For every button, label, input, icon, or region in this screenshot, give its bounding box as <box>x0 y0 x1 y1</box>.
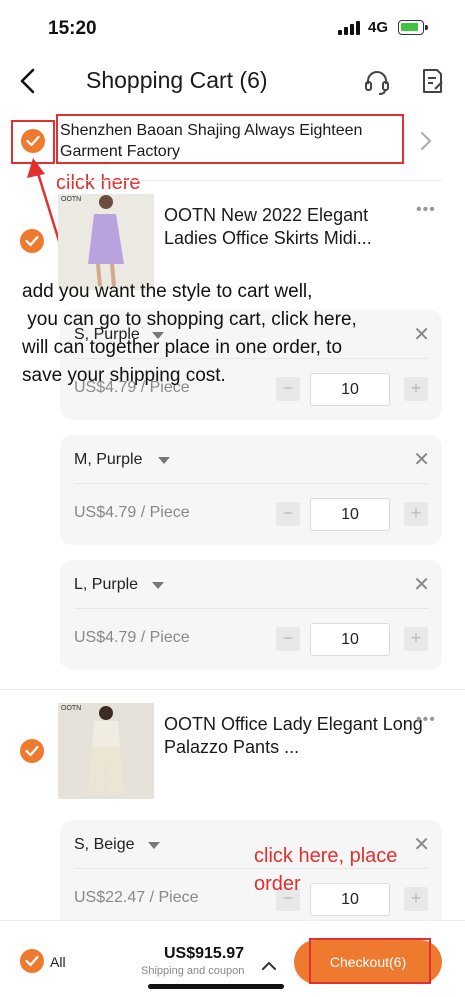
product-image[interactable]: OOTN <box>58 703 154 799</box>
annotation-store-hint: cilck here <box>56 172 141 194</box>
brand-tag: OOTN <box>61 196 82 203</box>
sku-price: US$22.47 / Piece <box>74 889 199 906</box>
ellipsis-icon[interactable]: ••• <box>416 711 436 729</box>
qty-input[interactable]: 10 <box>310 498 390 531</box>
qty-plus-button[interactable]: + <box>404 627 428 651</box>
annotation-line: click here, place <box>254 845 398 867</box>
ellipsis-icon[interactable]: ••• <box>416 201 436 219</box>
close-icon[interactable]: ✕ <box>413 835 430 855</box>
store-divider <box>60 180 442 181</box>
close-icon[interactable]: ✕ <box>413 450 430 470</box>
caret-down-icon[interactable] <box>148 842 160 849</box>
sku-variant[interactable]: M, Purple <box>74 451 142 469</box>
sku-card: L, Purple ✕ US$4.79 / Piece − 10 + <box>60 560 442 670</box>
annotation-line: save your shipping cost. <box>22 365 226 386</box>
annotation-line: will can together place in one order, to <box>22 337 343 358</box>
annotation-line: order <box>254 873 301 895</box>
select-all-label[interactable]: All <box>50 954 66 970</box>
qty-plus-button[interactable]: + <box>404 502 428 526</box>
product-title[interactable]: OOTN Office Lady Elegant Long Palazzo Pa… <box>164 713 424 759</box>
annotation-line: you can go to shopping cart, click here, <box>22 309 357 330</box>
qty-minus-button[interactable]: − <box>276 627 300 651</box>
sku-divider <box>74 608 428 609</box>
brand-tag: OOTN <box>61 705 82 712</box>
home-indicator <box>148 984 284 989</box>
sku-price: US$4.79 / Piece <box>74 504 190 521</box>
product-check-icon[interactable] <box>20 229 44 253</box>
product-title[interactable]: OOTN New 2022 Elegant Ladies Office Skir… <box>164 204 424 250</box>
chevron-up-icon[interactable] <box>262 957 276 975</box>
sku-variant[interactable]: S, Beige <box>74 836 134 854</box>
sku-variant[interactable]: L, Purple <box>74 576 138 594</box>
product-divider <box>0 689 465 690</box>
product-image[interactable]: OOTN <box>58 194 154 290</box>
sku-price: US$4.79 / Piece <box>74 629 190 646</box>
qty-plus-button[interactable]: + <box>404 887 428 911</box>
qty-minus-button[interactable]: − <box>276 502 300 526</box>
shipping-note: Shipping and coupon <box>141 965 245 977</box>
caret-down-icon[interactable] <box>158 457 170 464</box>
close-icon[interactable]: ✕ <box>413 575 430 595</box>
annotation-line: add you want the style to cart well, <box>22 281 313 302</box>
checkout-highlight <box>309 938 431 984</box>
cart-total: US$915.97 <box>164 945 245 962</box>
qty-input[interactable]: 10 <box>310 623 390 656</box>
select-all-check-icon[interactable] <box>20 949 44 973</box>
annotation-instructions: add you want the style to cart well, you… <box>22 278 452 390</box>
product-check-icon[interactable] <box>20 739 44 763</box>
sku-card: M, Purple ✕ US$4.79 / Piece − 10 + <box>60 435 442 545</box>
caret-down-icon[interactable] <box>152 582 164 589</box>
annotation-checkout-hint: click here, place order <box>254 842 397 898</box>
sku-divider <box>74 483 428 484</box>
